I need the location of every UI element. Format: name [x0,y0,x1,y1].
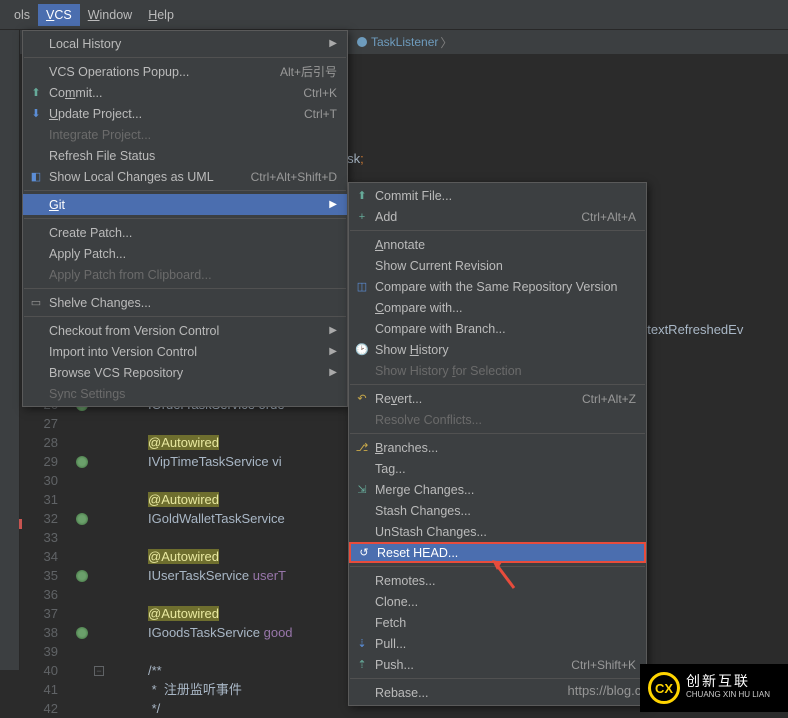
vcs-mark-icon [76,456,88,468]
menu-bar: ols VCS Window Help [0,0,788,30]
menu-integrate: Integrate Project... [23,124,347,145]
menu-compare-same[interactable]: ◫Compare with the Same Repository Versio… [349,276,646,297]
code-line: @Autowired [148,490,219,509]
vcs-mark-icon [76,570,88,582]
branch-icon: ⎇ [355,441,369,455]
shelve-icon: ▭ [29,296,43,310]
uml-icon: ◧ [29,170,43,184]
menu-commit[interactable]: ⬆Commit...Ctrl+K [23,82,347,103]
commit-icon: ⬆ [29,86,43,100]
menu-shelve[interactable]: ▭Shelve Changes... [23,292,347,313]
menu-pull[interactable]: ⇣Pull... [349,633,646,654]
git-submenu: ⬆Commit File... +AddCtrl+Alt+A Annotate … [348,182,647,706]
menu-stash[interactable]: Stash Changes... [349,500,646,521]
menu-remotes[interactable]: Remotes... [349,570,646,591]
push-icon: ⇡ [355,658,369,672]
tool-strip [0,30,20,670]
merge-icon: ⇲ [355,483,369,497]
logo-line1: 创新互联 [686,674,770,688]
chevron-right-icon: 〉 [440,34,452,51]
vcs-mark-icon [76,627,88,639]
add-icon: + [355,210,369,224]
menu-reset-head[interactable]: ↺Reset HEAD... [349,542,646,563]
logo-line2: CHUANG XIN HU LIAN [686,688,770,702]
class-icon [357,37,367,47]
menu-tag[interactable]: Tag... [349,458,646,479]
line-gutter: 252627 282930 313233 343536 373839 40414… [20,376,66,718]
revert-icon: ↶ [355,392,369,406]
menu-ols[interactable]: ols [6,4,38,26]
menu-add[interactable]: +AddCtrl+Alt+A [349,206,646,227]
code-line: @Autowired [148,433,219,452]
menu-update-project[interactable]: ⬇Update Project...Ctrl+T [23,103,347,124]
menu-resolve: Resolve Conflicts... [349,409,646,430]
compare-icon: ◫ [355,280,369,294]
code-comment: * 注册监听事件 [148,680,242,699]
menu-window[interactable]: Window [80,4,140,26]
menu-compare-branch[interactable]: Compare with Branch... [349,318,646,339]
code-comment: /** [148,661,162,680]
history-icon: 🕑 [355,343,369,357]
menu-compare-with[interactable]: Compare with... [349,297,646,318]
chevron-right-icon: ▶ [329,346,337,357]
update-icon: ⬇ [29,107,43,121]
vcs-mark-icon [76,513,88,525]
logo-mark: CX [648,672,680,704]
menu-show-rev[interactable]: Show Current Revision [349,255,646,276]
menu-vcs-ops[interactable]: VCS Operations Popup...Alt+后引号 [23,61,347,82]
fold-minus-icon[interactable]: − [94,666,104,676]
chevron-right-icon: ▶ [329,38,337,49]
menu-branches[interactable]: ⎇Branches... [349,437,646,458]
menu-fetch[interactable]: Fetch [349,612,646,633]
vcs-menu: Local History▶ VCS Operations Popup...Al… [22,30,348,407]
menu-merge[interactable]: ⇲Merge Changes... [349,479,646,500]
breadcrumb-item[interactable]: TaskListener [371,35,438,49]
menu-import-vc[interactable]: Import into Version Control▶ [23,341,347,362]
menu-apply-clipboard: Apply Patch from Clipboard... [23,264,347,285]
menu-help[interactable]: Help [140,4,182,26]
gutter-marks [68,376,96,718]
code-line: IUserTaskService userT [148,566,286,585]
menu-annotate[interactable]: Annotate [349,234,646,255]
menu-push[interactable]: ⇡Push...Ctrl+Shift+K [349,654,646,675]
brand-logo: CX 创新互联 CHUANG XIN HU LIAN [640,664,788,712]
menu-checkout[interactable]: Checkout from Version Control▶ [23,320,347,341]
code-comment: */ [148,699,160,718]
menu-show-local-uml[interactable]: ◧Show Local Changes as UMLCtrl+Alt+Shift… [23,166,347,187]
code-line: @Autowired [148,604,219,623]
reset-icon: ↺ [357,546,371,560]
menu-unstash[interactable]: UnStash Changes... [349,521,646,542]
menu-clone[interactable]: Clone... [349,591,646,612]
menu-vcs[interactable]: VCS [38,4,80,26]
menu-show-history[interactable]: 🕑Show History [349,339,646,360]
chevron-right-icon: ▶ [329,199,337,210]
pull-icon: ⇣ [355,637,369,651]
chevron-right-icon: ▶ [329,325,337,336]
menu-refresh[interactable]: Refresh File Status [23,145,347,166]
menu-revert[interactable]: ↶Revert...Ctrl+Alt+Z [349,388,646,409]
menu-browse[interactable]: Browse VCS Repository▶ [23,362,347,383]
menu-create-patch[interactable]: Create Patch... [23,222,347,243]
commit-icon: ⬆ [355,189,369,203]
menu-sync: Sync Settings [23,383,347,404]
menu-local-history[interactable]: Local History▶ [23,33,347,54]
menu-show-hist-sel: Show History for Selection [349,360,646,381]
menu-commit-file[interactable]: ⬆Commit File... [349,185,646,206]
menu-apply-patch[interactable]: Apply Patch... [23,243,347,264]
code-line: ntextRefreshedEv [640,320,743,339]
chevron-right-icon: ▶ [329,367,337,378]
code-line: @Autowired [148,547,219,566]
code-line: IGoodsTaskService good [148,623,293,642]
code-line: IVipTimeTaskService vi [148,452,282,471]
code-line: IGoldWalletTaskService [148,509,285,528]
menu-git[interactable]: Git▶ [23,194,347,215]
